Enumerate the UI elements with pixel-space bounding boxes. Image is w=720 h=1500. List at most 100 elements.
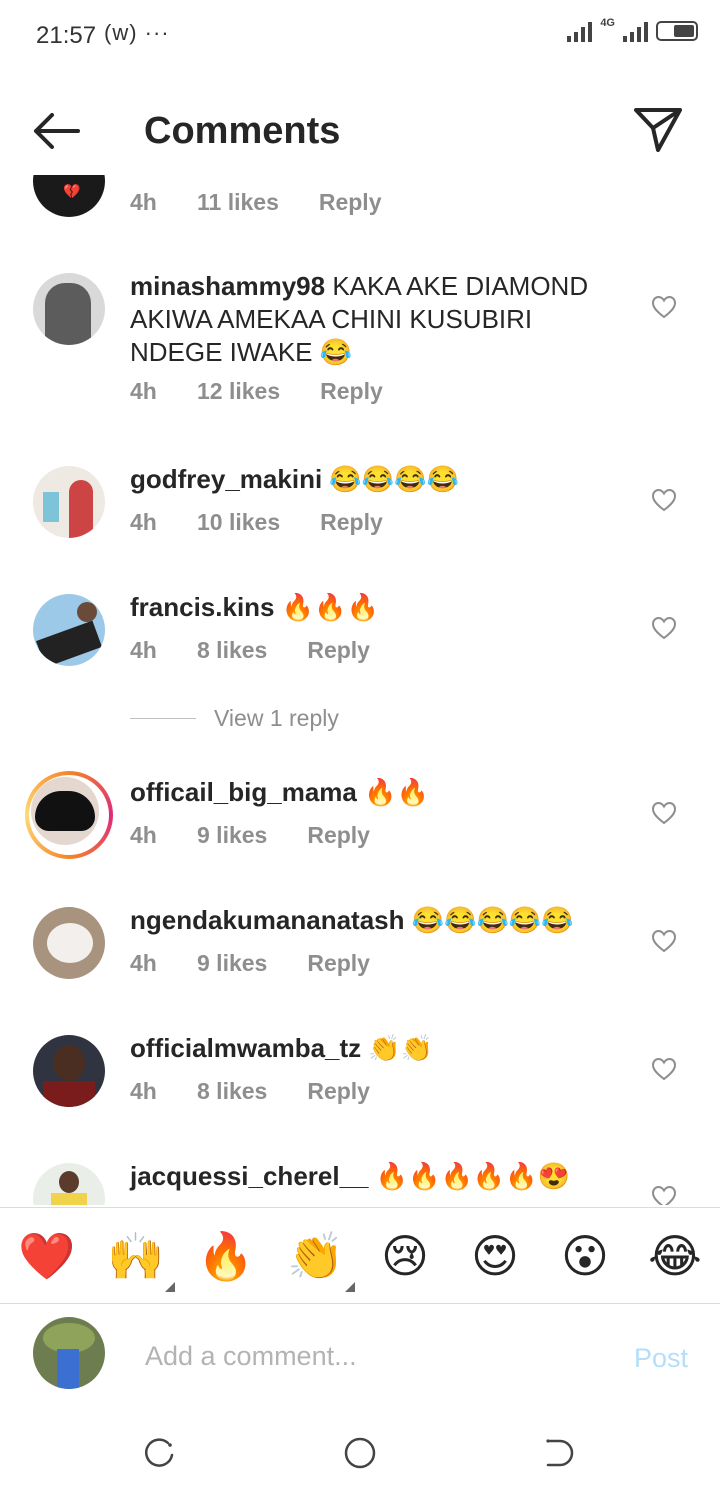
page-title: Comments (144, 110, 341, 152)
status-bar: 21:57 (ᴡ) ··· 4G (0, 0, 720, 72)
comment-body: 😂😂😂😂 (329, 464, 459, 494)
heart-emoji-button[interactable]: ❤️ (18, 1228, 75, 1284)
comment-username[interactable]: godfrey_makini (130, 464, 322, 494)
fire-emoji-button[interactable]: 🔥 (197, 1228, 254, 1284)
post-button[interactable]: Post (634, 1343, 688, 1374)
comment-likes[interactable]: 12 likes (197, 378, 280, 405)
current-user-avatar (33, 1317, 105, 1389)
comment-input[interactable] (145, 1335, 585, 1377)
signal-icon-2 (623, 20, 648, 42)
comment-username[interactable]: officialmwamba_tz (130, 1033, 361, 1063)
comment-meta: 4h 9 likes Reply (130, 822, 370, 849)
comment-text: jacquessi_cherel__ 🔥🔥🔥🔥🔥😍 (130, 1160, 610, 1193)
comment-body: 🔥🔥🔥🔥🔥😍 (375, 1161, 570, 1191)
comment-text: francis.kins 🔥🔥🔥 (130, 591, 610, 624)
comment-text: ngendakumananatash 😂😂😂😂😂 (130, 904, 610, 937)
view-replies-label: View 1 reply (214, 705, 339, 731)
comment-likes[interactable]: 8 likes (197, 637, 267, 664)
status-notification-icons: (ᴡ) ··· (104, 20, 170, 45)
clapping-emoji: 👏 (287, 1229, 345, 1283)
comment-likes[interactable]: 10 likes (197, 509, 280, 536)
system-nav-bar (0, 1405, 720, 1500)
heart-outline-icon[interactable] (651, 616, 677, 640)
laughing-emoji-button[interactable]: 😂 (647, 1228, 703, 1284)
variant-indicator-icon (165, 1282, 175, 1292)
recent-apps-icon[interactable] (142, 1435, 178, 1471)
avatar[interactable] (33, 466, 105, 538)
comment-meta: 4h 8 likes Reply (130, 1078, 370, 1105)
raising-hands-emoji-button[interactable]: 🙌 (107, 1228, 175, 1292)
status-right: 4G (567, 17, 698, 42)
heart-eyes-emoji-button[interactable]: 😍 (467, 1228, 523, 1284)
comment-likes[interactable]: 9 likes (197, 950, 267, 977)
back-button[interactable] (30, 110, 82, 152)
network-type: 4G (600, 17, 615, 29)
comment-text: godfrey_makini 😂😂😂😂 (130, 463, 610, 496)
comment-time: 4h (130, 509, 157, 535)
surprised-emoji-button[interactable]: 😮 (557, 1228, 613, 1284)
share-button[interactable] (632, 104, 684, 156)
reply-button[interactable]: Reply (320, 509, 383, 536)
back-icon[interactable] (540, 1435, 576, 1471)
comment-text: officail_big_mama 🔥🔥 (130, 776, 610, 809)
comment-time: 4h (130, 637, 157, 663)
view-replies-button[interactable]: View 1 reply (130, 705, 339, 732)
heart-outline-icon[interactable] (651, 1057, 677, 1081)
reply-button[interactable]: Reply (320, 378, 383, 405)
comment-text: officialmwamba_tz 👏👏 (130, 1032, 610, 1065)
crying-emoji-button[interactable]: 😢 (377, 1228, 433, 1284)
comment-meta: 4h 8 likes Reply (130, 637, 370, 664)
replies-divider (130, 718, 196, 719)
comment-meta: 4h 9 likes Reply (130, 950, 370, 977)
comment-time: 4h (130, 189, 157, 215)
comment-username[interactable]: francis.kins (130, 592, 275, 622)
avatar[interactable] (25, 771, 113, 859)
avatar[interactable]: 💔 (33, 175, 105, 217)
raising-hands-emoji: 🙌 (107, 1229, 165, 1283)
variant-indicator-icon (345, 1282, 355, 1292)
reply-button[interactable]: Reply (307, 1078, 370, 1105)
avatar[interactable] (33, 594, 105, 666)
comment-username[interactable]: minashammy98 (130, 271, 325, 301)
arrow-left-icon (34, 113, 80, 149)
home-circle-icon[interactable] (342, 1435, 378, 1471)
comment-time: 4h (130, 822, 157, 848)
comment-body: 🔥🔥🔥 (281, 592, 379, 622)
heart-outline-icon[interactable] (651, 929, 677, 953)
comment-meta: 4h 12 likes Reply (130, 378, 383, 405)
comment-composer: Post (0, 1305, 720, 1405)
comment-likes[interactable]: 9 likes (197, 822, 267, 849)
avatar[interactable] (33, 1035, 105, 1107)
heart-outline-icon[interactable] (651, 801, 677, 825)
comment-username[interactable]: ngendakumananatash (130, 905, 405, 935)
avatar[interactable] (33, 1163, 105, 1205)
reply-button[interactable]: Reply (319, 189, 382, 216)
avatar[interactable] (33, 273, 105, 345)
comment-meta: 4h 10 likes Reply (130, 509, 383, 536)
reply-button[interactable]: Reply (307, 950, 370, 977)
emoji-reaction-bar: ❤️ 🙌 🔥 👏 😢 😍 😮 😂 (0, 1207, 720, 1304)
heart-outline-icon[interactable] (651, 295, 677, 319)
heart-outline-icon[interactable] (651, 1185, 677, 1205)
reply-button[interactable]: Reply (307, 822, 370, 849)
comment-time: 4h (130, 950, 157, 976)
battery-icon (656, 21, 698, 41)
comment-list[interactable]: 💔 4h 11 likes Reply minashammy98 KAKA AK… (0, 175, 720, 1205)
avatar[interactable] (33, 907, 105, 979)
reply-button[interactable]: Reply (307, 637, 370, 664)
comment-meta: 4h 11 likes Reply (130, 189, 382, 216)
comment-likes[interactable]: 8 likes (197, 1078, 267, 1105)
comment-text: minashammy98 KAKA AKE DIAMOND AKIWA AMEK… (130, 270, 610, 369)
comment-time: 4h (130, 1078, 157, 1104)
comment-likes[interactable]: 11 likes (197, 189, 279, 216)
clapping-emoji-button[interactable]: 👏 (287, 1228, 355, 1292)
header: Comments (0, 88, 720, 172)
signal-icon (567, 20, 593, 42)
comment-body: 🔥🔥 (364, 777, 429, 807)
comment-username[interactable]: officail_big_mama (130, 777, 357, 807)
comment-body: 😂😂😂😂😂 (411, 905, 574, 935)
heart-outline-icon[interactable] (651, 488, 677, 512)
status-time: 21:57 (36, 22, 97, 49)
comment-body: 👏👏 (368, 1033, 434, 1063)
comment-username[interactable]: jacquessi_cherel__ (130, 1161, 369, 1191)
